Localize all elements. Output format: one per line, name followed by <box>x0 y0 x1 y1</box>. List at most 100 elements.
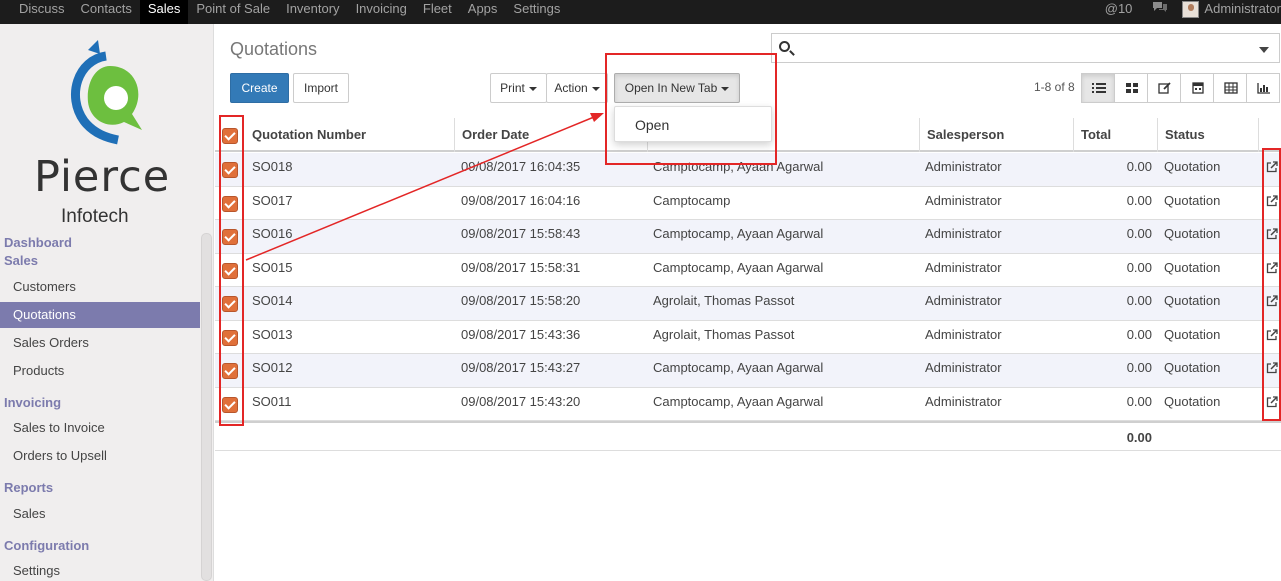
cell-total: 0.00 <box>1126 393 1152 409</box>
logo-mark-icon <box>71 40 142 145</box>
table-row[interactable]: SO013 09/08/2017 15:43:36 Agrolait, Thomas… <box>215 321 1281 354</box>
menu-point-of-sale[interactable]: Point of Sale <box>188 0 278 24</box>
sidebar-section-dashboard[interactable]: Dashboard <box>4 235 72 250</box>
cell-order-date: 09/08/2017 16:04:16 <box>461 192 581 208</box>
menu-contacts[interactable]: Contacts <box>73 0 140 24</box>
list-view-icon <box>1092 83 1106 93</box>
column-quotation-number[interactable]: Quotation Number <box>245 118 453 152</box>
print-button[interactable]: Print <box>490 73 547 103</box>
sidebar-item-settings[interactable]: Settings <box>0 558 200 581</box>
user-menu[interactable]: Administrator <box>1182 0 1281 18</box>
sidebar-section-reports: Reports <box>4 480 54 495</box>
avatar <box>1182 0 1200 18</box>
import-button[interactable]: Import <box>293 73 349 103</box>
cell-quotation-number: SO011 <box>252 393 292 409</box>
cell-quotation-number: SO016 <box>252 226 293 241</box>
cell-order-date: 09/08/2017 15:58:20 <box>461 293 581 308</box>
action-label: Action <box>554 81 588 95</box>
cell-total: 0.00 <box>1126 226 1152 241</box>
menu-inventory[interactable]: Inventory <box>278 0 347 24</box>
cell-order-date: 09/08/2017 15:43:20 <box>461 393 581 409</box>
menu-apps[interactable]: Apps <box>460 0 506 24</box>
cell-status: Quotation <box>1164 192 1221 208</box>
sidebar-item-customers[interactable]: Customers <box>0 274 200 300</box>
cell-customer: Agrolait, Thomas Passot <box>653 326 795 342</box>
cell-customer: Camptocamp, Ayaan Agarwal <box>653 393 824 409</box>
table-row[interactable]: SO016 09/08/2017 15:58:43 Camptocamp, Ayaa… <box>215 220 1281 254</box>
cell-status: Quotation <box>1164 159 1221 174</box>
sidebar-item-reports-sales[interactable]: Sales <box>0 501 200 527</box>
cell-total: 0.00 <box>1126 159 1152 174</box>
view-switcher <box>1081 73 1280 103</box>
sidebar-item-orders-to-upsell[interactable]: Orders to Upsell <box>0 443 200 469</box>
column-total[interactable]: Total <box>1073 118 1157 152</box>
print-label: Print <box>500 81 525 95</box>
cell-salesperson: Administrator <box>925 393 1002 409</box>
pivot-view-icon <box>1224 82 1238 94</box>
cell-total: 0.00 <box>1126 259 1152 275</box>
sidebar-item-sales-to-invoice[interactable]: Sales to Invoice <box>0 415 200 441</box>
graph-view-button[interactable] <box>1246 73 1280 103</box>
menu-sales[interactable]: Sales <box>139 0 189 24</box>
company-logo: Pierce Infotech <box>28 36 188 227</box>
calendar-view-button[interactable] <box>1180 73 1214 103</box>
calendar-view-icon <box>1192 82 1204 94</box>
kanban-view-button[interactable] <box>1114 73 1148 103</box>
cell-quotation-number: SO014 <box>252 293 293 308</box>
table-row[interactable]: SO014 09/08/2017 15:58:20 Agrolait, Thomas… <box>215 287 1281 321</box>
menu-fleet[interactable]: Fleet <box>415 0 460 24</box>
cell-customer: Camptocamp, Ayaan Agarwal <box>653 360 824 375</box>
top-navbar: Discuss Contacts Sales Point of Sale Inv… <box>0 0 1281 24</box>
pivot-view-button[interactable] <box>1213 73 1247 103</box>
sidebar-item-products[interactable]: Products <box>0 358 200 384</box>
table-row[interactable]: SO017 09/08/2017 16:04:16 Camptocamp Admini… <box>215 187 1281 220</box>
cell-status: Quotation <box>1164 226 1221 241</box>
action-button[interactable]: Action <box>546 73 608 103</box>
column-salesperson[interactable]: Salesperson <box>919 118 1073 152</box>
cell-order-date: 09/08/2017 15:43:27 <box>461 360 581 375</box>
kanban-view-icon <box>1126 83 1138 93</box>
cell-order-date: 09/08/2017 15:58:43 <box>461 226 581 241</box>
sidebar-item-quotations[interactable]: Quotations <box>0 302 200 328</box>
caret-down-icon[interactable] <box>1259 47 1269 53</box>
cell-status: Quotation <box>1164 326 1221 342</box>
form-view-button[interactable] <box>1147 73 1181 103</box>
mentions-counter[interactable]: @10 <box>1105 0 1133 18</box>
cell-salesperson: Administrator <box>925 159 1002 174</box>
cell-order-date: 09/08/2017 15:43:36 <box>461 326 581 342</box>
cell-quotation-number: SO017 <box>252 192 293 208</box>
table-row[interactable]: SO012 09/08/2017 15:43:27 Camptocamp, Ayaa… <box>215 354 1281 388</box>
logo-sub-text: Infotech <box>61 206 129 227</box>
sidebar-item-sales-orders[interactable]: Sales Orders <box>0 330 200 356</box>
search-input[interactable] <box>796 38 1256 58</box>
cell-status: Quotation <box>1164 293 1221 308</box>
menu-settings[interactable]: Settings <box>505 0 568 24</box>
cell-customer: Agrolait, Thomas Passot <box>653 293 795 308</box>
chat-icon[interactable] <box>1152 0 1168 13</box>
column-open <box>1258 118 1281 152</box>
list-view-button[interactable] <box>1081 73 1115 103</box>
create-button[interactable]: Create <box>230 73 289 103</box>
pager-value[interactable]: 1-8 of 8 <box>1034 80 1075 94</box>
column-status[interactable]: Status <box>1157 118 1258 152</box>
cell-quotation-number: SO015 <box>252 259 293 275</box>
table-footer: 0.00 <box>215 421 1281 451</box>
table-row[interactable]: SO011 09/08/2017 15:43:20 Camptocamp, Ayaa… <box>215 388 1281 421</box>
cell-total: 0.00 <box>1126 360 1152 375</box>
cell-order-date: 09/08/2017 15:58:31 <box>461 259 581 275</box>
cell-salesperson: Administrator <box>925 326 1002 342</box>
annotation-box-dropdown <box>605 53 777 165</box>
menu-invoicing[interactable]: Invoicing <box>348 0 415 24</box>
logo-brand-text: Pierce <box>34 152 171 202</box>
cell-total: 0.00 <box>1126 326 1152 342</box>
cell-status: Quotation <box>1164 259 1221 275</box>
menu-discuss[interactable]: Discuss <box>11 0 73 24</box>
cell-salesperson: Administrator <box>925 192 1002 208</box>
search-box[interactable] <box>771 33 1280 63</box>
sidebar-scrollbar[interactable] <box>201 233 212 581</box>
graph-view-icon <box>1257 83 1270 94</box>
cell-salesperson: Administrator <box>925 293 1002 308</box>
search-icon <box>779 41 790 52</box>
table-row[interactable]: SO015 09/08/2017 15:58:31 Camptocamp, Ayaa… <box>215 254 1281 287</box>
page-title: Quotations <box>230 39 318 59</box>
